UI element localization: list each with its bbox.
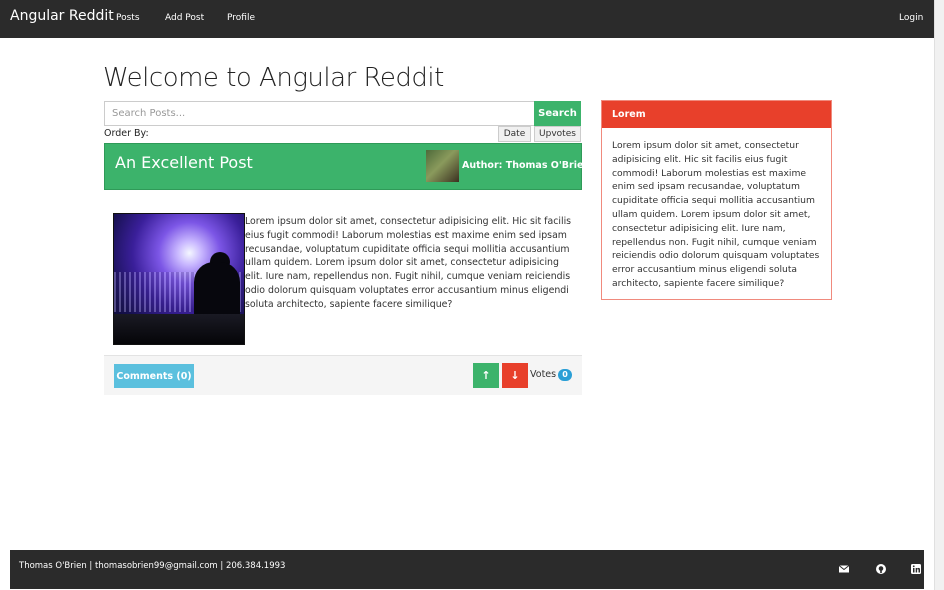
comments-button[interactable]: Comments (0)	[114, 364, 194, 388]
sidebar-panel: Lorem Lorem ipsum dolor sit amet, consec…	[601, 100, 832, 300]
footer-contact: Thomas O'Brien | thomasobrien99@gmail.co…	[19, 561, 286, 571]
search-button[interactable]: Search	[534, 101, 581, 126]
nav-profile[interactable]: Profile	[227, 13, 255, 23]
post-author: Author: Thomas O'Brien	[462, 160, 591, 171]
votes-label: Votes	[530, 369, 557, 380]
page-scrollbar[interactable]	[934, 0, 944, 590]
author-avatar	[426, 150, 459, 182]
envelope-icon[interactable]	[838, 563, 850, 575]
order-upvotes-button[interactable]: Upvotes	[534, 126, 581, 142]
brand-link[interactable]: Angular Reddit	[10, 8, 114, 24]
downvote-button[interactable]: ↓	[502, 363, 528, 388]
nav-add-post[interactable]: Add Post	[165, 13, 204, 23]
nav-login[interactable]: Login	[899, 13, 923, 23]
arrow-down-icon: ↓	[510, 369, 520, 382]
upvote-button[interactable]: ↑	[473, 363, 499, 388]
sidebar-panel-heading: Lorem	[602, 101, 831, 128]
order-date-button[interactable]: Date	[498, 126, 531, 142]
github-icon[interactable]	[875, 563, 887, 575]
nav-posts[interactable]: Posts	[116, 13, 140, 23]
order-by-label: Order By:	[104, 128, 149, 139]
post-image	[113, 213, 245, 345]
page-title: Welcome to Angular Reddit	[103, 63, 444, 93]
navbar: Angular Reddit Posts Add Post Profile Lo…	[0, 0, 934, 38]
votes-count-badge: 0	[558, 369, 572, 381]
post-title[interactable]: An Excellent Post	[115, 153, 253, 172]
search-input[interactable]	[104, 101, 534, 126]
post-footer: Comments (0) ↑ ↓ Votes 0	[104, 355, 582, 395]
post-header: An Excellent Post Author: Thomas O'Brien	[104, 143, 590, 190]
arrow-up-icon: ↑	[481, 369, 491, 382]
sidebar-panel-body: Lorem ipsum dolor sit amet, consectetur …	[612, 140, 820, 289]
dj-deck	[114, 314, 244, 344]
linkedin-icon[interactable]	[910, 563, 922, 575]
post-body: Lorem ipsum dolor sit amet, consectetur …	[245, 216, 572, 310]
footer: Thomas O'Brien | thomasobrien99@gmail.co…	[10, 550, 924, 589]
